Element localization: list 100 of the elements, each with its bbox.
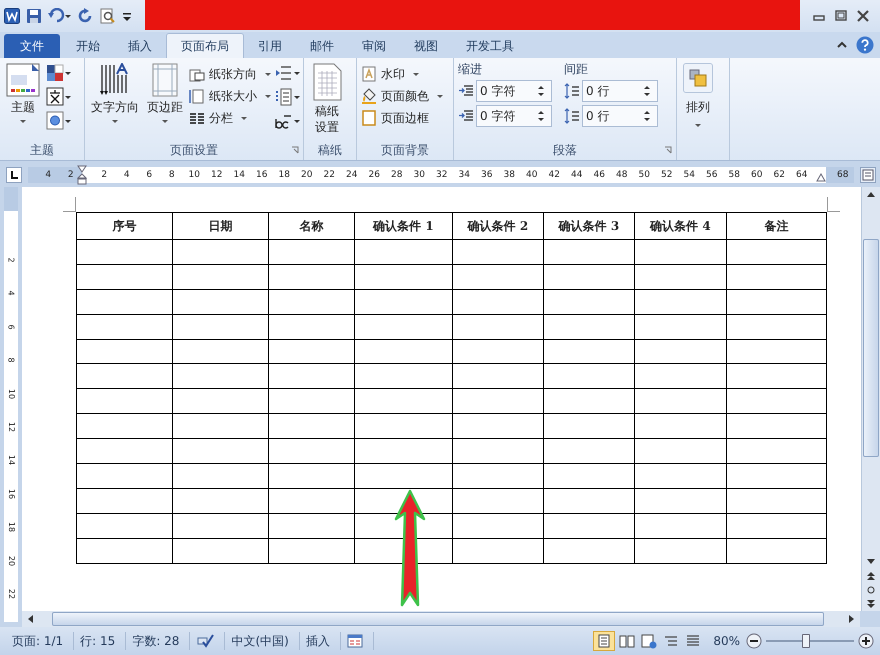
ruler-number: 2 <box>100 169 108 182</box>
print-preview-icon[interactable] <box>100 8 116 24</box>
scrollbar-thumb[interactable] <box>52 612 824 626</box>
text-direction-button[interactable]: 文字方向 <box>89 61 141 125</box>
ruler-number: 34 <box>458 169 471 182</box>
zoom-in-button[interactable] <box>858 633 874 649</box>
ribbon-tab[interactable]: 视图 <box>400 34 452 58</box>
breaks-icon[interactable] <box>275 63 301 83</box>
next-page-icon[interactable] <box>867 599 875 609</box>
ruler-number: 2 <box>66 169 75 182</box>
print-layout-icon[interactable] <box>593 631 616 651</box>
ruler-number: 30 <box>412 169 426 182</box>
tab-selector-button[interactable] <box>6 167 22 183</box>
ruler-number: 56 <box>705 169 718 182</box>
ruler-number: 4 <box>6 290 16 296</box>
ruler-number: 60 <box>750 169 764 182</box>
zoom-out-button[interactable] <box>746 633 762 649</box>
word-logo-icon[interactable] <box>4 8 20 24</box>
dialog-launcher-icon[interactable] <box>664 146 672 154</box>
language-indicator[interactable]: 中文(中国) <box>225 632 300 650</box>
save-icon[interactable] <box>26 8 42 24</box>
macro-icon[interactable] <box>346 634 363 648</box>
ribbon-tab[interactable]: 开发工具 <box>452 34 528 58</box>
manuscript-settings-button[interactable]: 稿纸设置 <box>308 61 346 137</box>
theme-fonts-icon[interactable] <box>46 87 72 107</box>
columns-button[interactable]: 分栏 <box>189 109 271 127</box>
ribbon-tab[interactable]: 页面布局 <box>166 33 244 58</box>
ruler-number: 42 <box>548 169 561 182</box>
ribbon-tab[interactable]: 开始 <box>62 34 114 58</box>
maximize-icon[interactable] <box>834 10 848 22</box>
browse-object-icon[interactable] <box>867 586 875 594</box>
group-label: 段落 <box>553 142 577 159</box>
page-count[interactable]: 页面: 1/1 <box>6 632 74 650</box>
indent-spinner[interactable]: 0 字符 <box>476 80 552 102</box>
scrollbar-thumb[interactable] <box>863 239 879 457</box>
ruler-number: 16 <box>6 488 16 499</box>
redo-icon[interactable] <box>78 8 94 24</box>
ruler-number: 2 <box>6 257 16 263</box>
orientation-button[interactable]: 纸张方向 <box>189 65 271 83</box>
zoom-slider-thumb[interactable] <box>802 634 810 648</box>
previous-page-icon[interactable] <box>867 571 875 581</box>
theme-effects-icon[interactable] <box>46 111 72 131</box>
view-ruler-button[interactable] <box>860 167 876 183</box>
ribbon-tab[interactable]: 插入 <box>114 34 166 58</box>
ruler-number: 50 <box>638 169 651 182</box>
column-header: 确认条件 2 <box>452 212 544 240</box>
ruler-number: 14 <box>232 169 246 182</box>
page-color-button[interactable]: 页面颜色 <box>361 87 443 105</box>
ruler-number: 22 <box>6 588 16 599</box>
ruler-number: 62 <box>772 169 786 182</box>
proofing-icon[interactable] <box>196 634 214 648</box>
margins-button[interactable]: 页边距 <box>145 61 185 125</box>
spacing-spinner[interactable]: 0 行 <box>582 80 658 102</box>
ruler-number: 68 <box>836 169 850 182</box>
scroll-left-icon[interactable] <box>27 615 33 623</box>
insert-mode-indicator[interactable]: 插入 <box>300 632 341 650</box>
ribbon-tab[interactable]: 引用 <box>244 34 296 58</box>
ruler-number: 8 <box>168 169 176 182</box>
ruler-number: 22 <box>322 169 336 182</box>
collapse-ribbon-icon[interactable] <box>836 40 848 50</box>
indent-spinner[interactable]: 0 字符 <box>476 105 552 127</box>
line-numbers-icon[interactable] <box>275 87 301 107</box>
spacing-before-icon <box>564 83 580 99</box>
ruler-number: 8 <box>6 358 16 363</box>
indent-marker-icon[interactable] <box>816 173 826 183</box>
ribbon-tab[interactable]: 邮件 <box>296 34 348 58</box>
theme-icon <box>6 63 40 97</box>
zoom-level[interactable]: 80% <box>713 634 740 648</box>
themes-button[interactable]: 主题 <box>4 61 42 125</box>
arrange-button[interactable]: 排列 <box>681 61 715 129</box>
tab-stop-icon <box>9 170 19 180</box>
file-tab[interactable]: 文件 <box>4 34 60 58</box>
theme-colors-icon[interactable] <box>46 63 72 83</box>
group-label: 主题 <box>29 142 55 159</box>
column-header: 确认条件 4 <box>634 212 726 240</box>
help-icon[interactable] <box>856 36 874 54</box>
ruler-number: 46 <box>592 169 606 182</box>
scroll-right-icon[interactable] <box>849 615 855 623</box>
ruler-number: 20 <box>6 555 16 566</box>
scroll-up-icon[interactable] <box>867 191 875 197</box>
word-count[interactable]: 字数: 28 <box>126 632 190 650</box>
undo-icon[interactable] <box>48 8 72 24</box>
close-icon[interactable] <box>856 10 870 22</box>
ruler-number: 4 <box>122 169 131 182</box>
watermark-button[interactable]: 水印 <box>361 65 443 83</box>
page-borders-button[interactable]: 页面边框 <box>361 109 443 127</box>
line-number[interactable]: 行: 15 <box>74 632 126 650</box>
column-header: 确认条件 1 <box>354 212 452 240</box>
ruler-number: 6 <box>145 169 154 182</box>
watermark-icon <box>361 66 377 82</box>
page-border-icon <box>361 110 377 126</box>
ruler-number: 28 <box>390 169 404 182</box>
spacing-spinner[interactable]: 0 行 <box>582 105 658 127</box>
indent-marker-icon[interactable] <box>77 165 87 185</box>
ruler-number: 24 <box>345 169 358 182</box>
size-button[interactable]: 纸张大小 <box>189 87 271 105</box>
group-label: 稿纸 <box>317 142 343 159</box>
dialog-launcher-icon[interactable] <box>291 146 299 154</box>
scroll-down-icon[interactable] <box>867 559 875 565</box>
ribbon-tab[interactable]: 审阅 <box>348 34 400 58</box>
